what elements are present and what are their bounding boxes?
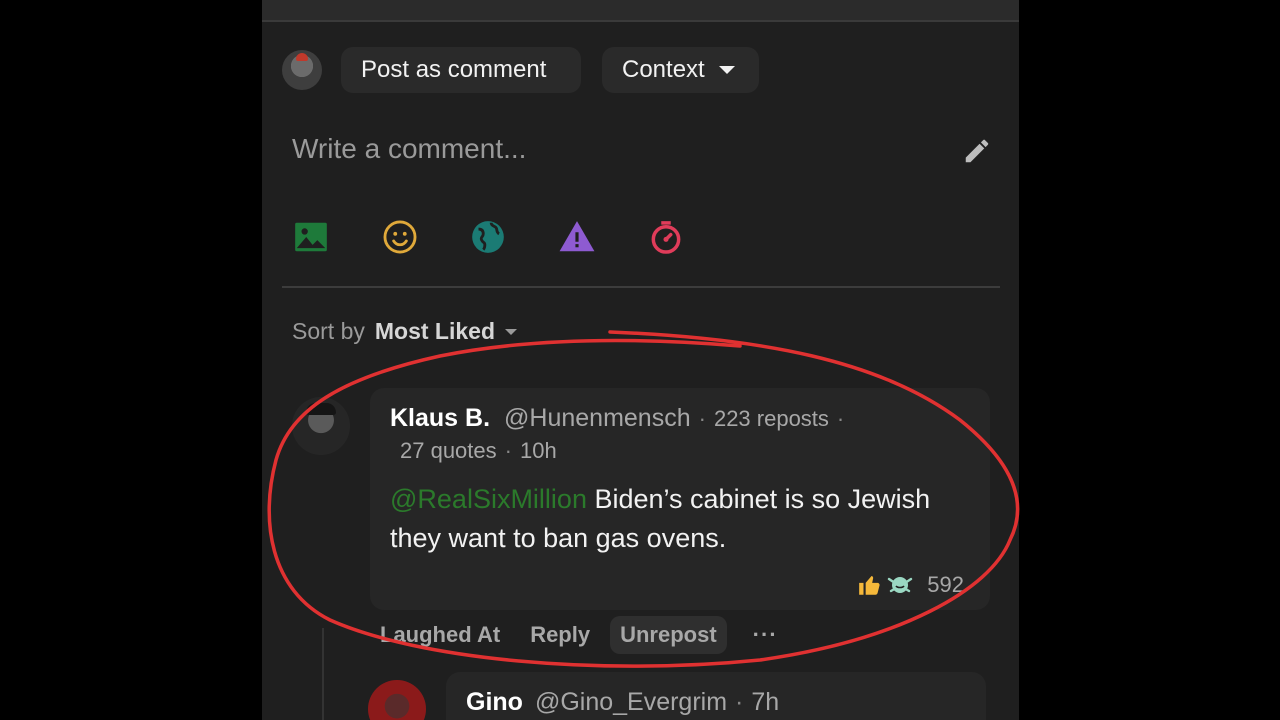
globe-icon[interactable] [469,218,507,256]
thread-line [322,628,324,720]
comment-author-avatar[interactable] [292,397,350,455]
reply-author-handle[interactable]: @Gino_Evergrim [535,688,727,716]
reply-author-avatar[interactable] [368,680,426,720]
divider [282,286,1000,288]
comment-meta-secondary: 27 quotes · 10h [400,438,557,464]
warning-icon[interactable] [558,218,596,256]
comment-panel: Post as comment Context Sort by Most Li [262,0,1019,720]
reply-meta: Gino @Gino_Evergrim · 7h [466,688,779,717]
separator-dot: · [836,406,845,431]
comment-input[interactable] [292,128,932,170]
comment-author-handle[interactable]: @Hunenmensch [504,404,691,432]
reply-button[interactable]: Reply [530,622,590,648]
separator-dot: · [504,438,512,463]
unrepost-button[interactable]: Unrepost [610,616,727,654]
more-options-icon[interactable]: ··· [753,622,778,648]
separator-dot: · [735,688,744,716]
separator-dot: · [698,406,706,431]
reply-author-name[interactable]: Gino [466,688,523,716]
context-dropdown[interactable]: Context [602,47,759,93]
thumbs-up-icon [859,576,880,595]
comment-text: @RealSixMillion Biden’s cabinet is so Je… [390,480,970,558]
comment-author-name[interactable]: Klaus B. [390,404,490,432]
comment-bubble: Klaus B. @Hunenmensch · 223 reposts · 27 quo… [370,388,990,610]
chevron-down-icon [718,66,735,74]
context-label: Context [622,56,705,83]
reaction-summary[interactable]: 592 [857,572,964,598]
comment-meta: Klaus B. @Hunenmensch · 223 reposts · [390,404,852,433]
repost-count[interactable]: 223 reposts [714,406,829,431]
reaction-count: 592 [927,572,964,597]
pencil-icon[interactable] [962,136,992,166]
laughed-at-button[interactable]: Laughed At [380,622,500,648]
sort-dropdown[interactable]: Sort by Most Liked [292,318,517,345]
laughing-reaction-icon [888,577,913,593]
post-as-comment-label: Post as comment [361,56,547,83]
post-as-comment-button[interactable]: Post as comment [341,47,581,93]
caret-down-icon [505,328,517,335]
comment-actions: Laughed At Reply Unrepost ··· [380,616,808,654]
sort-value: Most Liked [374,318,495,344]
comment-time: 10h [519,438,557,463]
mention-link[interactable]: @RealSixMillion [390,484,587,514]
current-user-avatar[interactable] [282,50,322,90]
timer-icon[interactable] [647,218,685,256]
top-bar [262,0,1019,22]
quote-count[interactable]: 27 quotes [400,438,497,463]
emoji-icon[interactable] [381,218,419,256]
reply-bubble: Gino @Gino_Evergrim · 7h [446,672,986,720]
image-icon[interactable] [292,218,330,256]
reply-time: 7h [751,688,780,716]
sort-label: Sort by [292,318,365,344]
